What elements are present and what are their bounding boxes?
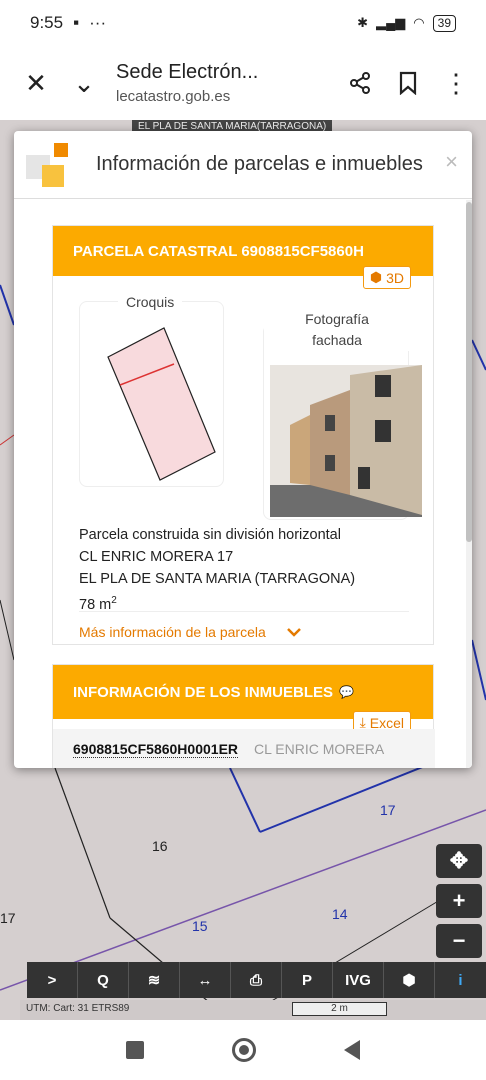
- more-notifications-icon: ···: [89, 13, 107, 32]
- map-toolbar: > Q ≋ ↔ ⎙ P IVG ⬢ i: [27, 962, 486, 998]
- parcel-address: CL ENRIC MORERA 17: [79, 549, 234, 565]
- battery-icon: 39: [432, 14, 456, 32]
- layers-icon[interactable]: ≋: [129, 962, 180, 998]
- properties-header: INFORMACIÓN DE LOS INMUEBLES 💬 ⤓ Excel: [53, 665, 433, 734]
- home-icon[interactable]: [232, 1038, 256, 1062]
- share-icon[interactable]: [336, 59, 384, 107]
- wifi-icon: ◠: [413, 15, 425, 30]
- parcel-number: 17: [380, 802, 396, 818]
- coordinate-system: UTM: Cart: 31 ETRS89: [26, 1003, 130, 1014]
- parcel-card: PARCELA CATASTRAL 6908815CF5860H ⬢ 3D Cr…: [52, 225, 434, 645]
- divider: [79, 611, 409, 612]
- parcel-details: Parcela construida sin división horizont…: [79, 524, 355, 616]
- cubes-icon: ⬢: [369, 269, 383, 285]
- site-title: Sede Electrón...: [116, 61, 259, 83]
- catastro-logo: [26, 142, 70, 187]
- close-icon[interactable]: ×: [445, 149, 458, 175]
- properties-card: INFORMACIÓN DE LOS INMUEBLES 💬 ⤓ Excel 6…: [52, 664, 435, 768]
- bookmark-icon[interactable]: [384, 59, 432, 107]
- back-icon[interactable]: [344, 1040, 360, 1060]
- more-vert-icon[interactable]: ⋮: [432, 59, 480, 107]
- parcel-description: Parcela construida sin división horizont…: [79, 527, 341, 543]
- url-block[interactable]: Sede Electrón... lecatastro.gob.es: [108, 61, 336, 105]
- 3d-icon[interactable]: ⬢: [384, 962, 435, 998]
- ivg-icon[interactable]: IVG: [333, 962, 384, 998]
- parcel-number: 17: [0, 910, 16, 926]
- more-info-label: Más información de la parcela: [79, 624, 266, 640]
- scrollbar[interactable]: [466, 200, 472, 768]
- locate-icon[interactable]: ✥: [436, 844, 482, 878]
- parcel-header: PARCELA CATASTRAL 6908815CF5860H ⬢ 3D: [53, 226, 433, 289]
- site-url: lecatastro.gob.es: [116, 88, 231, 105]
- system-nav-bar: [0, 1020, 486, 1080]
- parcel-number: 14: [332, 906, 348, 922]
- measure-icon[interactable]: ↔: [180, 962, 231, 998]
- chevron-down-icon: [286, 628, 301, 637]
- info-icon[interactable]: i: [435, 962, 486, 998]
- parcel-number: 15: [192, 918, 208, 934]
- dialog-header: Información de parcelas e inmuebles ×: [14, 131, 472, 199]
- close-icon[interactable]: ✕: [12, 59, 60, 107]
- signal-icon: ▂▄▆: [376, 15, 406, 30]
- properties-header-text: INFORMACIÓN DE LOS INMUEBLES: [73, 683, 334, 701]
- table-row[interactable]: 6908815CF5860H0001ER CL ENRIC MORERA: [53, 729, 435, 768]
- dialog-content[interactable]: PARCELA CATASTRAL 6908815CF5860H ⬢ 3D Cr…: [14, 200, 466, 768]
- property-ref-link[interactable]: 6908815CF5860H0001ER: [73, 741, 239, 758]
- 3d-button-label: 3D: [386, 269, 404, 286]
- croquis-box[interactable]: Croquis: [79, 294, 224, 487]
- parcel-number: 16: [152, 838, 168, 854]
- facade-photo-box[interactable]: Fotografía fachada: [263, 309, 422, 520]
- facade-photo[interactable]: [270, 365, 422, 517]
- parcel-header-text: PARCELA CATASTRAL 6908815CF5860H: [73, 242, 364, 260]
- browser-toolbar: ✕ ⌄ Sede Electrón... lecatastro.gob.es ⋮: [0, 46, 486, 120]
- property-address: CL ENRIC MORERA: [254, 741, 385, 757]
- print-icon[interactable]: ⎙: [231, 962, 282, 998]
- scale-bar: UTM: Cart: 31 ETRS89 2 m: [20, 1000, 486, 1020]
- more-info-link[interactable]: Más información de la parcela: [79, 624, 302, 640]
- scale-value: 2 m: [292, 1002, 387, 1016]
- chevron-down-icon[interactable]: ⌄: [60, 59, 108, 107]
- expand-icon[interactable]: >: [27, 962, 78, 998]
- bluetooth-icon: ✱: [357, 15, 369, 30]
- zoom-in-button[interactable]: +: [436, 884, 482, 918]
- comment-icon: 💬: [339, 685, 354, 699]
- notification-icon: ▪: [73, 13, 80, 32]
- status-bar: 9:55 ▪ ··· ✱ ▂▄▆ ◠ 39: [0, 0, 486, 46]
- clock: 9:55: [30, 13, 64, 32]
- dialog-title: Información de parcelas e inmuebles: [96, 153, 423, 175]
- 3d-button[interactable]: ⬢ 3D: [362, 266, 411, 289]
- facade-label-line1: Fotografía: [305, 311, 369, 327]
- facade-photo-label: Fotografía fachada: [264, 309, 410, 351]
- parcel-municipality: EL PLA DE SANTA MARIA (TARRAGONA): [79, 571, 356, 587]
- recents-icon[interactable]: [126, 1041, 144, 1059]
- facade-label-line2: fachada: [312, 332, 362, 348]
- parcel-info-dialog: Información de parcelas e inmuebles × PA…: [14, 131, 472, 768]
- parcel-icon[interactable]: P: [282, 962, 333, 998]
- zoom-out-button[interactable]: −: [436, 924, 482, 958]
- search-icon[interactable]: Q: [78, 962, 129, 998]
